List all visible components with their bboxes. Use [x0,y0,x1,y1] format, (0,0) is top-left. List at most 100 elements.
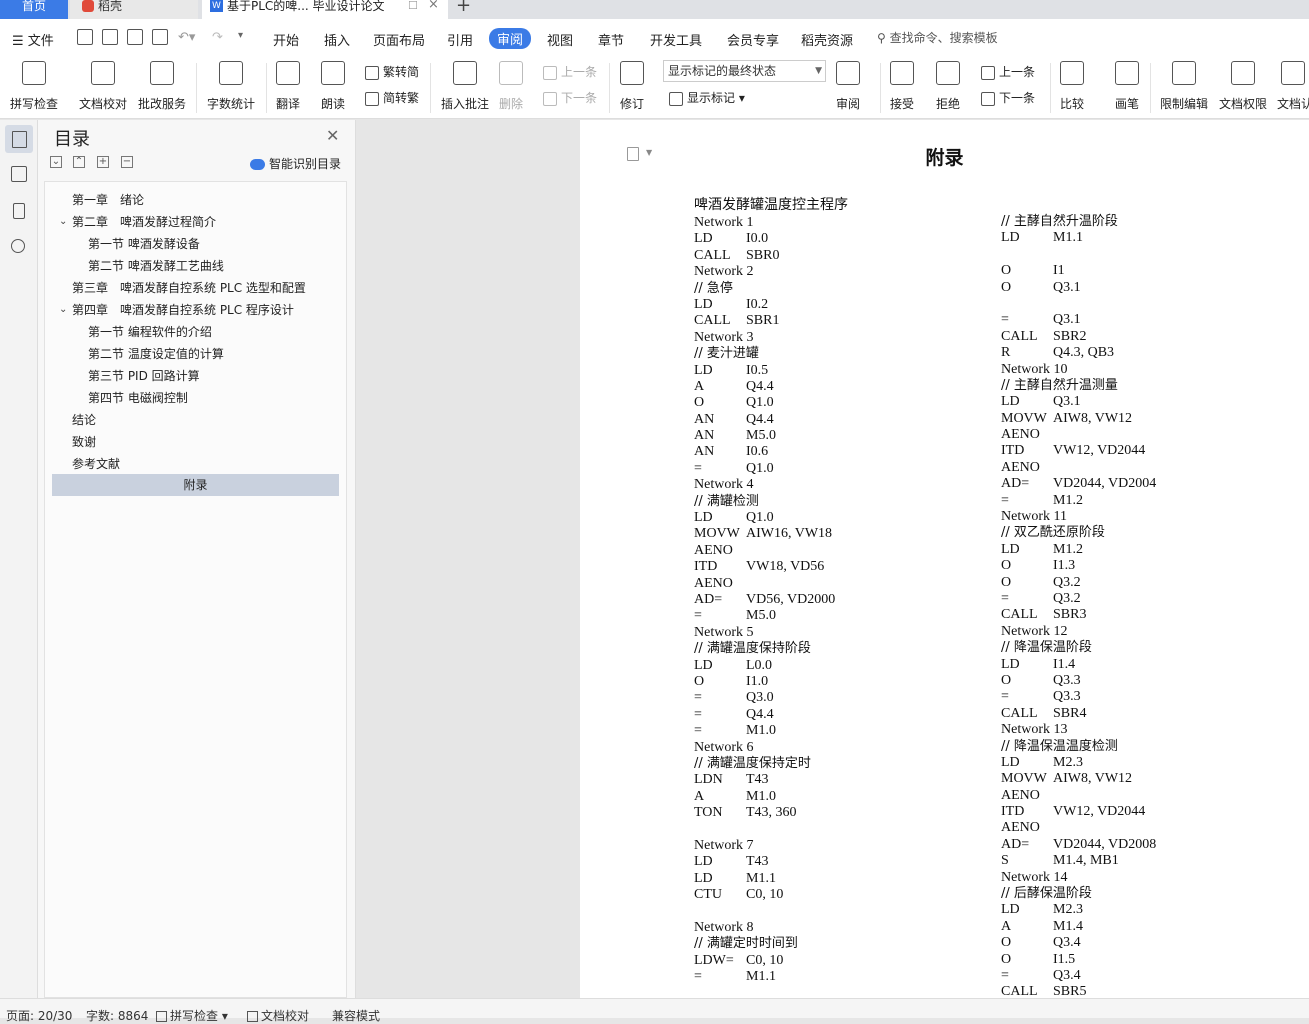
code-operand: SBR0 [746,247,780,263]
print-preview-icon[interactable] [152,29,168,45]
menu-references[interactable]: 引用 [447,30,473,49]
review-pane-button[interactable]: 审阅 [836,61,860,112]
trad-to-simp-button[interactable]: 繁转简 [365,63,419,80]
prev-change-button[interactable]: 上一条 [981,63,1035,80]
toc-item[interactable]: 第一章 绪论 [72,189,144,211]
doc-permission-button[interactable]: 文档权限 [1219,61,1267,112]
pen-button[interactable]: 画笔 [1115,61,1139,112]
translate-button[interactable]: 翻译 [276,61,300,112]
chevron-down-icon[interactable]: ⌄ [59,299,67,321]
quick-access-more-icon[interactable]: ▾ [238,30,243,41]
show-markup-button[interactable]: 显示标记 ▾ [669,89,745,106]
toc-item[interactable]: 第三节 PID 回路计算 [88,365,200,387]
document-page[interactable]: ▼ 附录 啤酒发酵罐温度控主程序 Network 1 LD I0.0 CALL SBR0… [580,120,1309,999]
menu-daoke-resources[interactable]: 稻壳资源 [801,30,853,49]
code-op: A [694,378,705,394]
menu-member[interactable]: 会员专享 [727,30,779,49]
reject-button[interactable]: 拒绝 [936,61,960,112]
code-op: Network 5 [694,624,754,640]
accept-button[interactable]: 接受 [890,61,914,112]
code-line: // 主酵自然升温阶段 [1001,214,1301,230]
toc-item[interactable]: 结论 [72,409,96,431]
read-aloud-button[interactable]: 朗读 [321,61,345,112]
new-tab-button[interactable]: + [456,0,471,19]
doc-check-button[interactable]: 文档校对 [79,61,127,112]
add-heading-icon[interactable]: + [97,156,109,168]
delete-comment-button[interactable]: 删除 [499,61,523,112]
toc-item-label: 第三章 啤酒发酵自控系统 PLC 选型和配置 [72,281,306,295]
code-operand: VD56, VD2000 [746,591,836,607]
toc-item[interactable]: 第一节 编程软件的介绍 [88,321,212,343]
toc-item[interactable]: 第二节 温度设定值的计算 [88,343,224,365]
code-line: CALL SBR3 [1001,607,1301,623]
tab-document[interactable]: W 基于PLC的啤... 毕业设计论文 ☐ × [202,0,448,19]
menu-start[interactable]: 开始 [273,30,299,49]
code-op: // 双乙酰还原阶段 [1001,525,1105,541]
reject-label: 拒绝 [936,97,961,111]
toc-item[interactable]: 参考文献 [72,453,120,475]
redo-icon[interactable]: ↷ [212,30,223,45]
toc-item[interactable]: 第一节 啤酒发酵设备 [88,233,200,255]
toc-item[interactable]: 第二节 啤酒发酵工艺曲线 [88,255,224,277]
code-operand: I0.5 [746,362,769,378]
code-op: AN [694,444,715,460]
insert-comment-button[interactable]: 插入批注 [441,61,489,112]
tab-home[interactable]: 首页 [0,0,68,19]
track-changes-button[interactable]: 修订 [620,61,644,112]
code-op: LD [1001,656,1020,672]
bookmark-icon[interactable] [13,203,25,219]
file-menu[interactable]: ☰ 文件 [12,30,54,49]
remove-heading-icon[interactable]: − [121,156,133,168]
smart-toc-button[interactable]: 智能识别目录 [250,155,341,172]
spell-check-toggle[interactable]: 拼写检查 ▾ [156,1007,228,1024]
restrict-editing-button[interactable]: 限制编辑 [1160,61,1208,112]
tab-daoke[interactable]: 稻壳 [70,0,198,19]
doc-check-toggle[interactable]: 文档校对 [247,1007,309,1024]
close-icon[interactable]: ✕ [326,126,339,145]
code-line: Network 7 [694,838,974,854]
toc-item[interactable]: 致谢 [72,431,96,453]
export-pdf-icon[interactable] [102,29,118,45]
menu-insert[interactable]: 插入 [324,30,350,49]
search-icon[interactable] [11,239,25,253]
chevron-down-icon[interactable]: ⌄ [59,211,67,233]
code-operand: M1.4 [1053,918,1083,934]
spell-check-button[interactable]: 拼写检查 [10,61,58,112]
toc-icon[interactable] [5,125,33,153]
menu-review[interactable]: 审阅 [489,28,532,49]
toc-item[interactable]: ⌄ 第二章 啤酒发酵过程简介 [59,211,216,233]
chapter-nav-icon[interactable] [11,166,27,182]
save-icon[interactable] [77,29,93,45]
word-count-button[interactable]: 字数统计 [207,61,255,112]
code-op: = [1001,312,1009,328]
reject-icon [936,61,960,85]
collapse-all-icon[interactable]: ⌃ [73,156,85,168]
toc-item[interactable]: 第三章 啤酒发酵自控系统 PLC 选型和配置 [72,277,306,299]
print-icon[interactable] [127,29,143,45]
code-operand: VD2044, VD2004 [1053,476,1157,492]
next-comment-button[interactable]: 下一条 [543,89,597,106]
word-count[interactable]: 字数: 8864 [86,1007,148,1024]
menu-page-layout[interactable]: 页面布局 [373,30,425,49]
menu-view[interactable]: 视图 [547,30,573,49]
next-change-button[interactable]: 下一条 [981,89,1035,106]
doc-cert-button[interactable]: 文档认 [1277,61,1309,112]
code-op: LD [1001,230,1020,246]
code-line: R Q4.3, QB3 [1001,345,1301,361]
toc-item-selected[interactable]: 附录 [52,474,339,496]
pin-icon[interactable]: ☐ [408,0,418,12]
toc-item[interactable]: ⌄ 第四章 啤酒发酵自控系统 PLC 程序设计 [59,299,294,321]
close-tab-icon[interactable]: × [428,0,439,11]
undo-icon[interactable]: ↶▾ [178,30,195,45]
toc-item[interactable]: 第四节 电磁阀控制 [88,387,188,409]
menu-developer[interactable]: 开发工具 [650,30,702,49]
prev-comment-button[interactable]: 上一条 [543,63,597,80]
simp-to-trad-button[interactable]: 简转繁 [365,89,419,106]
markup-display-select[interactable]: 显示标记的最终状态 ▼ [663,60,826,82]
expand-all-icon[interactable]: ⌄ [50,156,62,168]
menu-chapter[interactable]: 章节 [598,30,624,49]
review-service-button[interactable]: 批改服务 [138,61,186,112]
compare-button[interactable]: 比较 [1060,61,1084,112]
command-search[interactable]: ⚲ 查找命令、搜索模板 [877,29,998,46]
